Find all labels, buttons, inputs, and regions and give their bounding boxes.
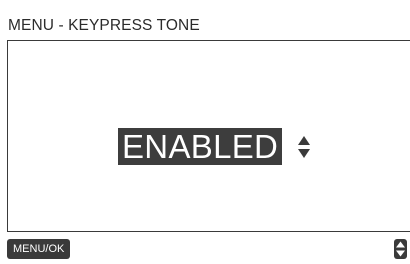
menu-content-area: ENABLED [7,40,410,232]
device-screen: MENU - KEYPRESS TONE ENABLED MENU/OK [0,0,410,264]
menu-title: MENU - KEYPRESS TONE [8,17,200,34]
setting-value-selected[interactable]: ENABLED [118,128,283,165]
menu-ok-softkey[interactable]: MENU/OK [7,239,71,259]
up-down-arrows-icon[interactable] [297,135,311,159]
scroll-up-down-icon[interactable] [394,239,407,259]
